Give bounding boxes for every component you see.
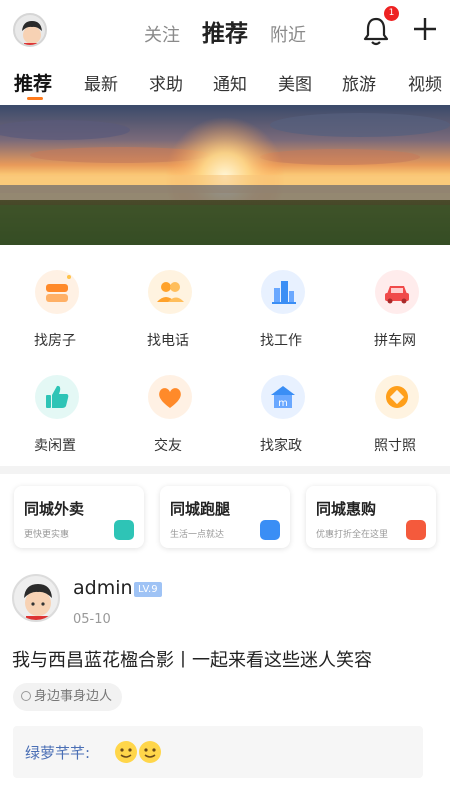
post-author-name[interactable]: admin bbox=[73, 577, 133, 599]
category-tab-recommend[interactable]: 推荐 bbox=[14, 69, 52, 96]
card-title: 同城惠购 bbox=[316, 500, 377, 518]
service-label: 找工作 bbox=[260, 333, 302, 349]
tab-nearby[interactable]: 附近 bbox=[270, 21, 306, 47]
category-tab-indicator bbox=[27, 97, 43, 100]
post-tag-label: 身边事身边人 bbox=[34, 689, 113, 704]
emoji-icon bbox=[139, 741, 161, 763]
category-tab-video[interactable]: 视频 bbox=[408, 70, 442, 95]
notification-badge: 1 bbox=[384, 6, 399, 21]
house-icon bbox=[35, 270, 79, 314]
card-title: 同城外卖 bbox=[24, 500, 85, 518]
delivery-icon bbox=[114, 520, 134, 540]
service-label: 找电话 bbox=[147, 333, 189, 349]
plus-icon[interactable] bbox=[412, 16, 438, 42]
buildings-icon bbox=[261, 270, 305, 314]
service-id-photo[interactable]: 照寸照 bbox=[350, 367, 440, 457]
category-tab-latest[interactable]: 最新 bbox=[84, 70, 118, 95]
service-sell-used[interactable]: 卖闲置 bbox=[10, 367, 100, 457]
service-label: 照寸照 bbox=[374, 438, 416, 454]
photo-icon bbox=[375, 375, 419, 419]
heart-icon bbox=[148, 375, 192, 419]
home-service-icon: m bbox=[261, 375, 305, 419]
shop-icon bbox=[406, 520, 426, 540]
section-divider bbox=[0, 466, 450, 474]
thumbs-up-icon bbox=[35, 375, 79, 419]
service-label: 交友 bbox=[154, 438, 182, 454]
category-tab-help[interactable]: 求助 bbox=[149, 70, 183, 95]
bell-icon[interactable] bbox=[362, 16, 390, 46]
category-tab-photos[interactable]: 美图 bbox=[278, 70, 312, 95]
banner-image[interactable] bbox=[0, 105, 450, 245]
comment-author: 绿萝芊芊: bbox=[25, 744, 91, 762]
service-home-service[interactable]: m 找家政 bbox=[236, 367, 326, 457]
service-find-job[interactable]: 找工作 bbox=[236, 262, 326, 352]
service-find-house[interactable]: 找房子 bbox=[10, 262, 100, 352]
topic-icon bbox=[21, 691, 31, 701]
service-carpool[interactable]: 拼车网 bbox=[350, 262, 440, 352]
post-author-avatar[interactable] bbox=[12, 574, 60, 622]
contacts-icon bbox=[148, 270, 192, 314]
service-label: 拼车网 bbox=[374, 333, 416, 349]
category-tab-travel[interactable]: 旅游 bbox=[342, 70, 376, 95]
card-errands[interactable]: 同城跑腿 生活一点就达 bbox=[160, 486, 290, 548]
emoji-icon bbox=[115, 741, 137, 763]
service-label: 找家政 bbox=[260, 438, 302, 454]
svg-text:m: m bbox=[278, 398, 288, 409]
category-tab-notice[interactable]: 通知 bbox=[213, 70, 247, 95]
service-label: 卖闲置 bbox=[34, 438, 76, 454]
service-dating[interactable]: 交友 bbox=[123, 367, 213, 457]
post-date: 05-10 bbox=[73, 612, 111, 627]
category-tabs: 推荐 最新 求助 通知 美图 旅游 视频 bbox=[0, 70, 450, 104]
card-deals[interactable]: 同城惠购 优惠打折全在这里 bbox=[306, 486, 436, 548]
card-title: 同城跑腿 bbox=[170, 500, 231, 518]
post-tag[interactable]: 身边事身边人 bbox=[13, 683, 123, 711]
tab-recommend[interactable]: 推荐 bbox=[202, 14, 248, 48]
card-food-delivery[interactable]: 同城外卖 更快更实惠 bbox=[14, 486, 144, 548]
service-find-phone[interactable]: 找电话 bbox=[123, 262, 213, 352]
location-icon bbox=[260, 520, 280, 540]
tab-follow[interactable]: 关注 bbox=[144, 21, 180, 47]
service-label: 找房子 bbox=[34, 333, 76, 349]
level-badge: LV.9 bbox=[134, 582, 162, 597]
car-icon bbox=[375, 270, 419, 314]
post-title[interactable]: 我与西昌蓝花楹合影丨一起来看这些迷人笑容 bbox=[12, 646, 372, 672]
top-bar: 关注 推荐 附近 1 bbox=[0, 0, 450, 62]
comment-preview[interactable]: 绿萝芊芊: bbox=[13, 726, 423, 778]
